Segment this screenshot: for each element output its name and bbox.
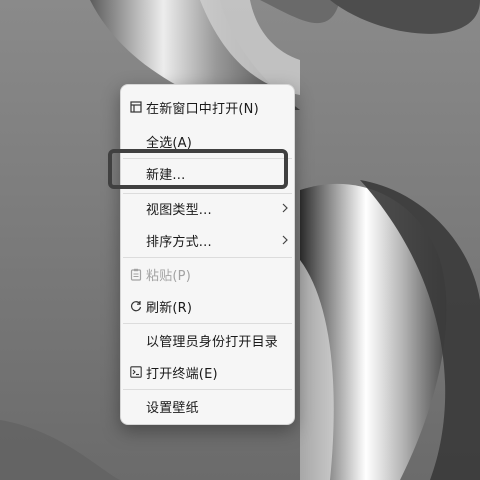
menu-item-label: 刷新(R)	[146, 300, 193, 316]
menu-item-view-type[interactable]: 视图类型...	[125, 194, 290, 222]
chevron-right-icon	[280, 233, 290, 247]
refresh-icon	[129, 299, 143, 313]
menu-item-sort-by[interactable]: 排序方式...	[125, 226, 290, 254]
desktop[interactable]: 在新窗口中打开(N) 全选(A) 新建... 视图类型... 排序方式... 粘…	[0, 0, 480, 480]
menu-item-open-in-new-window[interactable]: 在新窗口中打开(N)	[125, 93, 290, 121]
menu-item-label: 视图类型...	[146, 202, 212, 218]
menu-item-set-wallpaper[interactable]: 设置壁纸	[125, 392, 290, 420]
menu-separator	[123, 323, 292, 324]
highlight-box	[108, 149, 288, 189]
menu-item-refresh[interactable]: 刷新(R)	[125, 292, 290, 320]
menu-separator	[123, 257, 292, 258]
menu-separator	[123, 389, 292, 390]
menu-item-open-terminal[interactable]: 打开终端(E)	[125, 358, 290, 386]
menu-item-label: 在新窗口中打开(N)	[146, 101, 259, 117]
menu-item-label: 以管理员身份打开目录	[146, 334, 279, 350]
menu-item-paste: 粘贴(P)	[125, 260, 290, 288]
menu-item-label: 设置壁纸	[146, 400, 199, 416]
menu-item-open-as-admin[interactable]: 以管理员身份打开目录	[125, 326, 290, 354]
chevron-right-icon	[280, 201, 290, 215]
clipboard-icon	[129, 267, 143, 281]
menu-item-label: 全选(A)	[146, 135, 193, 151]
context-menu: 在新窗口中打开(N) 全选(A) 新建... 视图类型... 排序方式... 粘…	[120, 84, 295, 425]
window-icon	[129, 100, 143, 114]
menu-item-label: 排序方式...	[146, 234, 212, 250]
menu-item-label: 粘贴(P)	[146, 268, 191, 284]
terminal-icon	[129, 365, 143, 379]
menu-item-label: 打开终端(E)	[146, 366, 218, 382]
